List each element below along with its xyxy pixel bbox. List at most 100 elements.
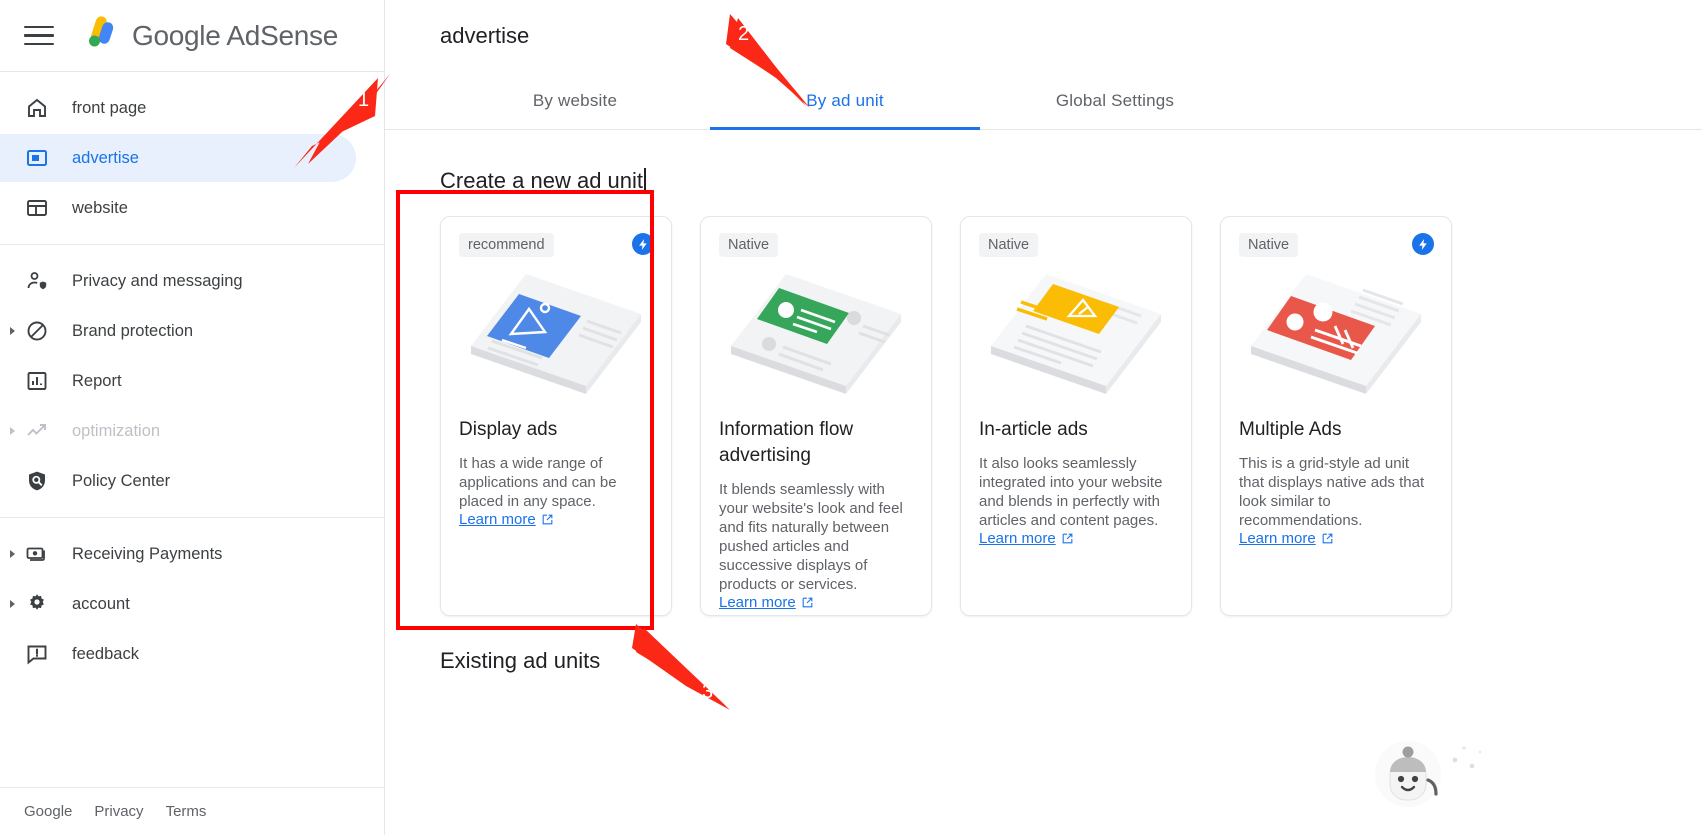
policy-shield-icon — [24, 468, 50, 494]
brand-bar: Google AdSense — [0, 0, 384, 72]
sidebar-group-account: Receiving Payments account feedback — [0, 517, 384, 690]
sidebar-item-website[interactable]: website — [0, 184, 356, 232]
card-description: It has a wide range of applications and … — [459, 455, 617, 510]
ad-unit-card-display-ads[interactable]: recommend Display ads It has a wide rang… — [440, 216, 672, 616]
person-shield-icon — [24, 268, 50, 294]
card-title: Multiple Ads — [1239, 419, 1342, 440]
learn-more-link[interactable]: Learn more — [1239, 530, 1334, 547]
create-ad-unit-heading-label: Create a new ad unit — [440, 168, 644, 193]
sidebar-footer: Google Privacy Terms — [0, 787, 384, 835]
sidebar-item-privacy-and-messaging[interactable]: Privacy and messaging — [0, 257, 356, 305]
sidebar-item-label: advertise — [72, 148, 139, 167]
sidebar-item-feedback[interactable]: feedback — [0, 630, 356, 678]
sidebar-item-policy-center[interactable]: Policy Center — [0, 457, 356, 505]
chevron-right-icon[interactable] — [10, 427, 15, 435]
card-description: It also looks seamlessly integrated into… — [979, 455, 1163, 529]
sidebar: Google AdSense front page advertise webs… — [0, 0, 385, 835]
adsense-logo-icon — [80, 13, 120, 58]
card-title: Display ads — [459, 419, 558, 440]
sidebar-item-label: optimization — [72, 421, 161, 440]
text-cursor — [644, 168, 646, 193]
sidebar-item-label: Receiving Payments — [72, 544, 223, 563]
sidebar-item-label: front page — [72, 98, 147, 117]
sidebar-item-receiving-payments[interactable]: Receiving Payments — [0, 530, 356, 578]
hamburger-icon[interactable] — [24, 19, 58, 53]
page-header: advertise — [385, 0, 1702, 72]
tab-by-ad-unit[interactable]: By ad unit — [710, 72, 980, 130]
sidebar-item-report[interactable]: Report — [0, 357, 356, 405]
sidebar-item-brand-protection[interactable]: Brand protection — [0, 307, 356, 355]
external-link-icon — [801, 596, 814, 609]
ad-unit-card-grid: recommend Display ads It has a wide rang… — [385, 194, 1702, 616]
external-link-icon — [1061, 532, 1074, 545]
existing-ad-units-heading: Existing ad units — [440, 648, 601, 673]
adsense-app: Google AdSense front page advertise webs… — [0, 0, 1702, 835]
bar-chart-icon — [24, 368, 50, 394]
card-badge: Native — [1239, 233, 1299, 257]
learn-more-label: Learn more — [459, 511, 536, 528]
sidebar-item-label: Brand protection — [72, 321, 194, 340]
sidebar-item-label: Privacy and messaging — [72, 271, 243, 290]
display-ads-illustration — [459, 261, 653, 411]
sidebar-item-advertise[interactable]: advertise — [0, 134, 356, 182]
multiple-ads-illustration — [1239, 261, 1433, 411]
feedback-icon — [24, 641, 50, 667]
sidebar-item-label: website — [72, 198, 128, 217]
create-ad-unit-heading: Create a new ad unit — [385, 130, 646, 194]
footer-link-terms[interactable]: Terms — [166, 803, 207, 820]
chevron-right-icon[interactable] — [10, 550, 15, 558]
trending-up-icon — [24, 418, 50, 444]
card-badge: Native — [979, 233, 1039, 257]
ad-unit-icon — [24, 145, 50, 171]
bolt-icon — [1412, 233, 1434, 255]
sidebar-group-primary: front page advertise website — [0, 72, 384, 244]
ad-unit-card-multiple-ads[interactable]: Native Multiple Ads This is a grid-style… — [1220, 216, 1452, 616]
sidebar-item-label: feedback — [72, 644, 139, 663]
tab-label: By website — [532, 90, 618, 110]
sidebar-item-label: Report — [72, 371, 122, 390]
ad-unit-card-information-flow[interactable]: Native Information flow advertising It b… — [700, 216, 932, 616]
learn-more-link[interactable]: Learn more — [459, 511, 554, 528]
card-badge: Native — [719, 233, 779, 257]
gear-icon — [24, 591, 50, 617]
brand-name: Google AdSense — [132, 19, 338, 51]
learn-more-link[interactable]: Learn more — [979, 530, 1074, 547]
brand[interactable]: Google AdSense — [80, 13, 338, 58]
bolt-icon — [632, 233, 654, 255]
sidebar-item-account[interactable]: account — [0, 580, 356, 628]
page-title: advertise — [440, 23, 530, 48]
loading-robot-illustration — [1360, 722, 1500, 812]
sidebar-item-optimization[interactable]: optimization — [0, 407, 356, 455]
card-title: Information flow advertising — [719, 419, 854, 466]
card-description: This is a grid-style ad unit that displa… — [1239, 455, 1425, 529]
website-icon — [24, 195, 50, 221]
tab-label: Global Settings — [1055, 90, 1175, 110]
chevron-right-icon[interactable] — [10, 600, 15, 608]
learn-more-label: Learn more — [1239, 530, 1316, 547]
sidebar-item-front-page[interactable]: front page — [0, 84, 356, 132]
card-title: In-article ads — [979, 419, 1088, 440]
home-icon — [24, 95, 50, 121]
learn-more-label: Learn more — [719, 594, 796, 611]
tab-bar: By website By ad unit Global Settings — [385, 72, 1702, 130]
learn-more-label: Learn more — [979, 530, 1056, 547]
tab-by-website[interactable]: By website — [440, 72, 710, 129]
tab-global-settings[interactable]: Global Settings — [980, 72, 1250, 129]
chevron-right-icon[interactable] — [10, 327, 15, 335]
footer-link-google[interactable]: Google — [24, 803, 72, 820]
card-description: It blends seamlessly with your website's… — [719, 481, 903, 593]
learn-more-link[interactable]: Learn more — [719, 594, 814, 611]
card-badge: recommend — [459, 233, 554, 257]
external-link-icon — [1321, 532, 1334, 545]
payments-icon — [24, 541, 50, 567]
information-flow-illustration — [719, 261, 913, 411]
sidebar-item-label: Policy Center — [72, 471, 171, 490]
footer-link-privacy[interactable]: Privacy — [94, 803, 143, 820]
external-link-icon — [541, 513, 554, 526]
main-content: advertise By website By ad unit Global S… — [385, 0, 1702, 835]
sidebar-item-label: account — [72, 594, 130, 613]
sidebar-group-tools: Privacy and messaging Brand protection R… — [0, 244, 384, 517]
ad-unit-card-in-article[interactable]: Native In-article ads It also looks seam… — [960, 216, 1192, 616]
tab-label: By ad unit — [806, 90, 884, 110]
in-article-illustration — [979, 261, 1173, 411]
